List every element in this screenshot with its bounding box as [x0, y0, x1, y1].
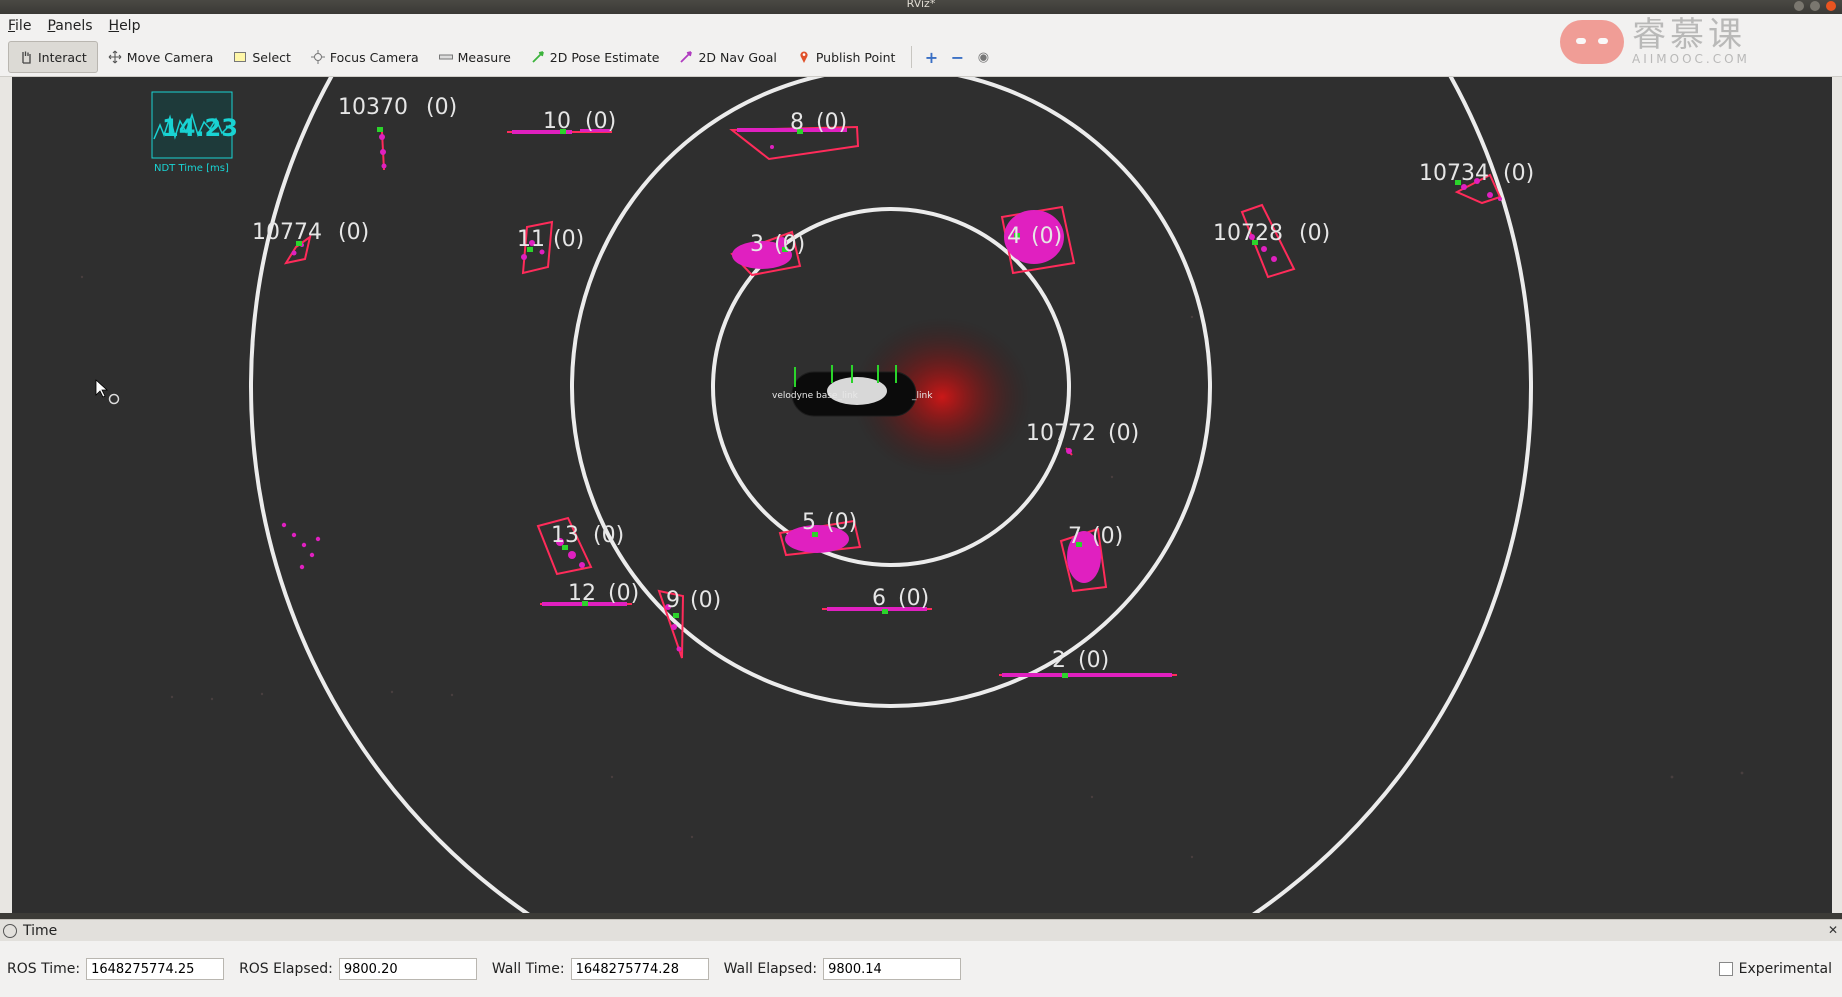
watermark-logo: 睿慕课 AIIMOOC.COM [1560, 16, 1770, 68]
object-label: 2 (0) [1052, 648, 1109, 673]
object-label: 10728 (0) [1213, 221, 1330, 246]
move-camera-tool[interactable]: Move Camera [98, 42, 224, 72]
object-label: 7 (0) [1068, 524, 1123, 549]
3d-render-viewport[interactable]: velodyne base_link _link 10370 (0) 10 (0… [12, 77, 1832, 913]
object-label: 10772 (0) [1026, 421, 1139, 446]
toolbar-separator [911, 46, 913, 68]
object-label: 10 (0) [543, 109, 616, 134]
range-ring-outer [249, 77, 1533, 913]
object-label: 10734 (0) [1419, 161, 1534, 186]
time-panel-title: Time [23, 923, 58, 939]
ndt-time-overlay: 14.23 NDT Time [ms] [151, 91, 238, 174]
ros-time-field[interactable] [86, 958, 225, 980]
experimental-label: Experimental [1738, 961, 1832, 977]
experimental-checkbox[interactable] [1718, 962, 1733, 976]
maximize-button[interactable] [1810, 1, 1820, 11]
close-panel-icon[interactable]: ✕ [1828, 923, 1838, 937]
time-panel-header: Time ✕ [0, 919, 1842, 942]
experimental-toggle[interactable]: Experimental [1718, 941, 1832, 997]
ndt-time-value: 14.23 [162, 114, 238, 142]
logo-text-cn: 睿慕课 [1632, 15, 1746, 55]
window-title: RViz* [906, 0, 936, 10]
logo-text-en: AIIMOOC.COM [1632, 52, 1750, 66]
ros-elapsed-label: ROS Elapsed: [239, 961, 333, 977]
pose-estimate-tool[interactable]: 2D Pose Estimate [521, 42, 670, 72]
object-label: 3 (0) [750, 232, 805, 257]
ndt-time-caption: NDT Time [ms] [154, 163, 229, 174]
time-panel: ROS Time: ROS Elapsed: Wall Time: Wall E… [0, 941, 1842, 997]
select-icon [233, 50, 247, 64]
map-pin-icon [797, 50, 811, 64]
menu-file[interactable]: File [0, 18, 39, 34]
minus-icon[interactable]: − [944, 44, 970, 70]
ros-elapsed-field[interactable] [338, 958, 477, 980]
menu-panels[interactable]: Panels [39, 18, 100, 34]
object-label: 4 (0) [1007, 224, 1062, 249]
publish-point-tool[interactable]: Publish Point [787, 42, 906, 72]
window-controls [1794, 1, 1836, 11]
mouse-cursor-icon [95, 379, 120, 405]
select-tool[interactable]: Select [223, 42, 301, 72]
minimize-button[interactable] [1794, 1, 1804, 11]
hand-icon [19, 50, 33, 64]
wall-elapsed-field[interactable] [823, 958, 962, 980]
clock-icon [3, 924, 17, 938]
wall-time-label: Wall Time: [491, 961, 565, 977]
object-label: 10774 (0) [252, 220, 369, 245]
pose-arrow-icon [531, 50, 545, 64]
ros-time-label: ROS Time: [7, 961, 81, 977]
object-label: 10370 (0) [338, 95, 457, 120]
plus-icon[interactable]: + [918, 44, 944, 70]
move-camera-icon [108, 50, 122, 64]
range-rings [249, 77, 1533, 913]
focus-camera-tool[interactable]: Focus Camera [301, 42, 429, 72]
left-dock-handle[interactable] [0, 77, 12, 913]
svg-text:_link: _link [911, 391, 933, 401]
nav-goal-icon [679, 50, 693, 64]
wall-elapsed-label: Wall Elapsed: [723, 961, 818, 977]
menu-help[interactable]: Help [101, 18, 149, 34]
nav-goal-tool[interactable]: 2D Nav Goal [669, 42, 786, 72]
interact-tool[interactable]: Interact [8, 41, 98, 73]
logo-mascot-icon [1560, 20, 1624, 64]
measure-icon [438, 50, 453, 64]
object-label: 13 (0) [551, 523, 624, 548]
right-dock-handle[interactable] [1832, 77, 1842, 913]
object-label: 9 (0) [666, 588, 721, 613]
measure-tool[interactable]: Measure [429, 42, 521, 72]
close-button[interactable] [1826, 1, 1836, 11]
object-label: 6 (0) [872, 586, 929, 611]
window-title-bar: RViz* [0, 0, 1842, 14]
wall-time-field[interactable] [570, 958, 709, 980]
object-label: 5 (0) [802, 510, 857, 535]
focus-camera-icon [310, 50, 325, 64]
object-label: 8 (0) [790, 110, 847, 135]
vehicle-frame-label: velodyne base_link [772, 391, 859, 401]
eye-icon[interactable]: ◉ [970, 44, 996, 70]
